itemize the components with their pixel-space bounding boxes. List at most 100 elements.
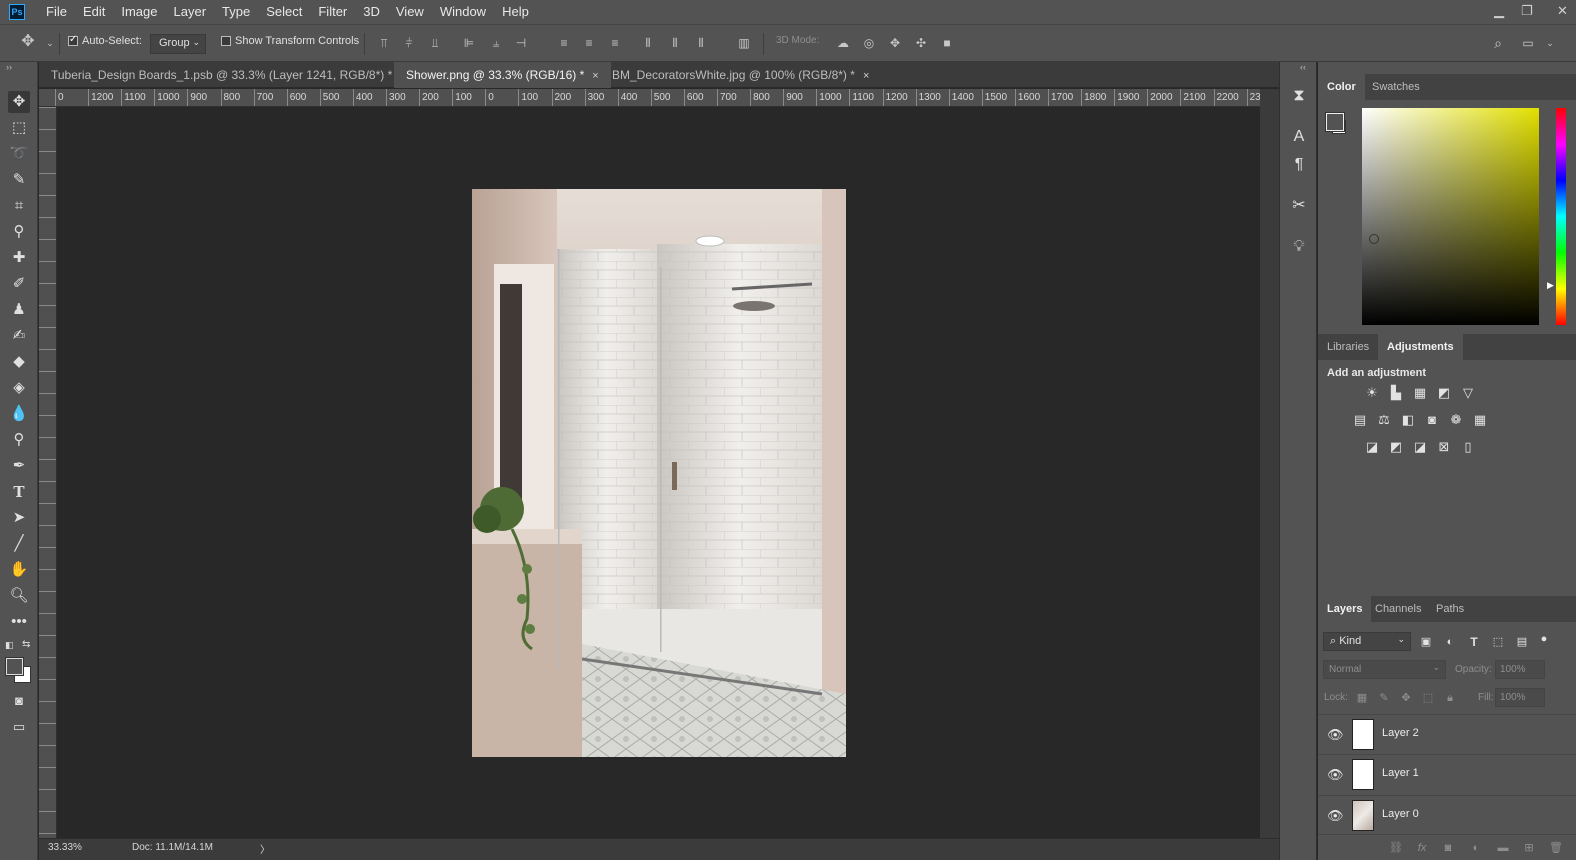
gradient-map-icon[interactable]: ▯	[1460, 439, 1476, 455]
menu-window[interactable]: Window	[432, 0, 494, 24]
layer-row[interactable]: 👁︎ Layer 1	[1318, 754, 1576, 794]
fill-input[interactable]: 100%	[1495, 688, 1545, 707]
lock-image-icon[interactable]: ✎	[1376, 690, 1392, 706]
quick-select-tool-icon[interactable]: ✎	[8, 169, 30, 191]
hand-tool-icon[interactable]: ✋	[8, 559, 30, 581]
auto-select-checkbox[interactable]: Auto-Select:	[68, 34, 142, 47]
blend-mode-dropdown[interactable]: Normal ⌄	[1323, 660, 1446, 679]
history-brush-tool-icon[interactable]: ✍	[8, 325, 30, 347]
history-panel-icon[interactable]: ⧗	[1288, 85, 1310, 107]
marquee-tool-icon[interactable]: ⬚	[8, 117, 30, 139]
eye-icon[interactable]: 👁︎	[1327, 727, 1344, 743]
new-group-icon[interactable]: ▬	[1495, 840, 1511, 856]
filter-toggle-icon[interactable]: ●	[1536, 631, 1552, 647]
filter-pixel-icon[interactable]: ▣	[1418, 634, 1434, 650]
document-image-shower[interactable]	[472, 189, 846, 757]
lock-position-icon[interactable]: ✥	[1398, 690, 1414, 706]
vertical-scroll-gutter[interactable]	[1260, 89, 1279, 838]
menu-3d[interactable]: 3D	[355, 0, 388, 24]
invert-icon[interactable]: ◪	[1364, 439, 1380, 455]
distribute-vcenter-icon[interactable]: ≡	[582, 36, 596, 50]
tab-adjustments[interactable]: Adjustments	[1378, 334, 1463, 360]
menu-help[interactable]: Help	[494, 0, 537, 24]
tab-tuberia-design-boards[interactable]: Tuberia_Design Boards_1.psb @ 33.3% (Lay…	[39, 62, 419, 88]
move-tool-preset-icon[interactable]: ✥	[21, 34, 35, 50]
layer-filter-dropdown[interactable]: ⌕ Kind ⌄	[1323, 632, 1411, 651]
menu-image[interactable]: Image	[113, 0, 165, 24]
more-tools-icon[interactable]: •••	[8, 611, 30, 633]
paragraph-panel-icon[interactable]: ¶	[1288, 154, 1310, 176]
color-lookup-icon[interactable]: ▦	[1472, 412, 1488, 428]
swap-colors-icon[interactable]: ⇆	[22, 639, 30, 650]
color-picker-field[interactable]	[1362, 108, 1539, 325]
menu-view[interactable]: View	[388, 0, 432, 24]
clone-stamp-tool-icon[interactable]: ♟	[8, 299, 30, 321]
tab-swatches[interactable]: Swatches	[1363, 74, 1429, 100]
roll-3d-icon[interactable]: ◎	[862, 36, 876, 50]
search-icon[interactable]: ⌕	[1491, 36, 1505, 50]
filter-shape-icon[interactable]: ⬚	[1490, 634, 1506, 650]
vibrance-icon[interactable]: ▽	[1460, 385, 1476, 401]
zoom-tool-icon[interactable]: 🔍︎	[8, 585, 30, 607]
close-tab-icon[interactable]: ×	[863, 70, 869, 82]
status-menu-arrow-icon[interactable]: 〉	[260, 841, 270, 856]
screen-mode-icon[interactable]: ▭	[8, 716, 30, 738]
orbit-3d-icon[interactable]: ☁	[836, 36, 850, 50]
distribute-right-icon[interactable]: ⦀	[694, 36, 708, 50]
fx-icon[interactable]: fx	[1414, 840, 1430, 856]
workspace-icon[interactable]: ▭	[1521, 36, 1535, 50]
brush-tool-icon[interactable]: ✐	[8, 273, 30, 295]
pen-tool-icon[interactable]: ✒	[8, 455, 30, 477]
crop-tool-icon[interactable]: ⌗	[8, 195, 30, 217]
hue-slider-handle-icon[interactable]: ▶	[1547, 280, 1554, 291]
paint-bucket-tool-icon[interactable]: ◈	[8, 377, 30, 399]
close-icon[interactable]: ✕	[1557, 3, 1568, 19]
channel-mixer-icon[interactable]: ❁	[1448, 412, 1464, 428]
posterize-icon[interactable]: ◩	[1388, 439, 1404, 455]
auto-select-dropdown[interactable]: Group ⌄	[150, 34, 206, 54]
threshold-icon[interactable]: ◪	[1412, 439, 1428, 455]
black-white-icon[interactable]: ◧	[1400, 412, 1416, 428]
filter-smart-object-icon[interactable]: ▤	[1514, 634, 1530, 650]
opacity-input[interactable]: 100%	[1495, 660, 1545, 679]
menu-filter[interactable]: Filter	[310, 0, 355, 24]
tab-color[interactable]: Color	[1318, 74, 1365, 100]
hue-slider[interactable]	[1556, 108, 1566, 325]
foreground-color-swatch[interactable]	[5, 657, 24, 676]
hue-saturation-icon[interactable]: ▤	[1352, 412, 1368, 428]
selective-color-icon[interactable]: ⊠	[1436, 439, 1452, 455]
color-picker-cursor[interactable]	[1369, 234, 1379, 244]
drag-3d-icon[interactable]: ✥	[888, 36, 902, 50]
learn-panel-icon[interactable]: 💡︎	[1288, 236, 1310, 258]
curves-icon[interactable]: ▦	[1412, 385, 1428, 401]
align-hcenter-icon[interactable]: ⫨	[489, 36, 503, 50]
exposure-icon[interactable]: ◩	[1436, 385, 1452, 401]
align-vcenter-icon[interactable]: ⫩	[402, 36, 416, 50]
fg-color-chip[interactable]	[1325, 112, 1345, 132]
align-top-icon[interactable]: ⫪	[377, 36, 391, 50]
chevron-down-icon[interactable]: ⌄	[43, 36, 57, 50]
distribute-top-icon[interactable]: ≡	[557, 36, 571, 50]
restore-icon[interactable]: ❐	[1521, 3, 1533, 19]
filter-adjustment-icon[interactable]: ◐	[1442, 634, 1458, 650]
scale-3d-icon[interactable]: ■	[940, 36, 954, 50]
chevron-down-icon[interactable]: ⌄	[1543, 36, 1557, 50]
move-tool-icon[interactable]: ✥	[8, 91, 30, 113]
levels-icon[interactable]: ▙	[1388, 385, 1404, 401]
collapse-icon[interactable]: ››	[6, 62, 12, 72]
align-right-icon[interactable]: ⊣	[514, 36, 528, 50]
default-colors-icon[interactable]: ◧	[5, 640, 14, 651]
lasso-tool-icon[interactable]: ➰	[8, 143, 30, 165]
menu-file[interactable]: File	[38, 0, 75, 24]
tab-shower[interactable]: Shower.png @ 33.3% (RGB/16) * ×	[394, 62, 611, 88]
line-tool-icon[interactable]: ╱	[8, 533, 30, 555]
tab-layers[interactable]: Layers	[1318, 596, 1372, 622]
auto-align-icon[interactable]: ▥	[737, 36, 751, 50]
tool-presets-icon[interactable]: ✂	[1288, 195, 1310, 217]
menu-edit[interactable]: Edit	[75, 0, 113, 24]
new-adjustment-icon[interactable]: ◐	[1468, 840, 1484, 856]
tab-libraries[interactable]: Libraries	[1318, 334, 1378, 360]
layer-row[interactable]: 👁︎ Layer 0	[1318, 795, 1576, 835]
eye-icon[interactable]: 👁︎	[1327, 808, 1344, 824]
zoom-level[interactable]: 33.33%	[48, 842, 82, 853]
